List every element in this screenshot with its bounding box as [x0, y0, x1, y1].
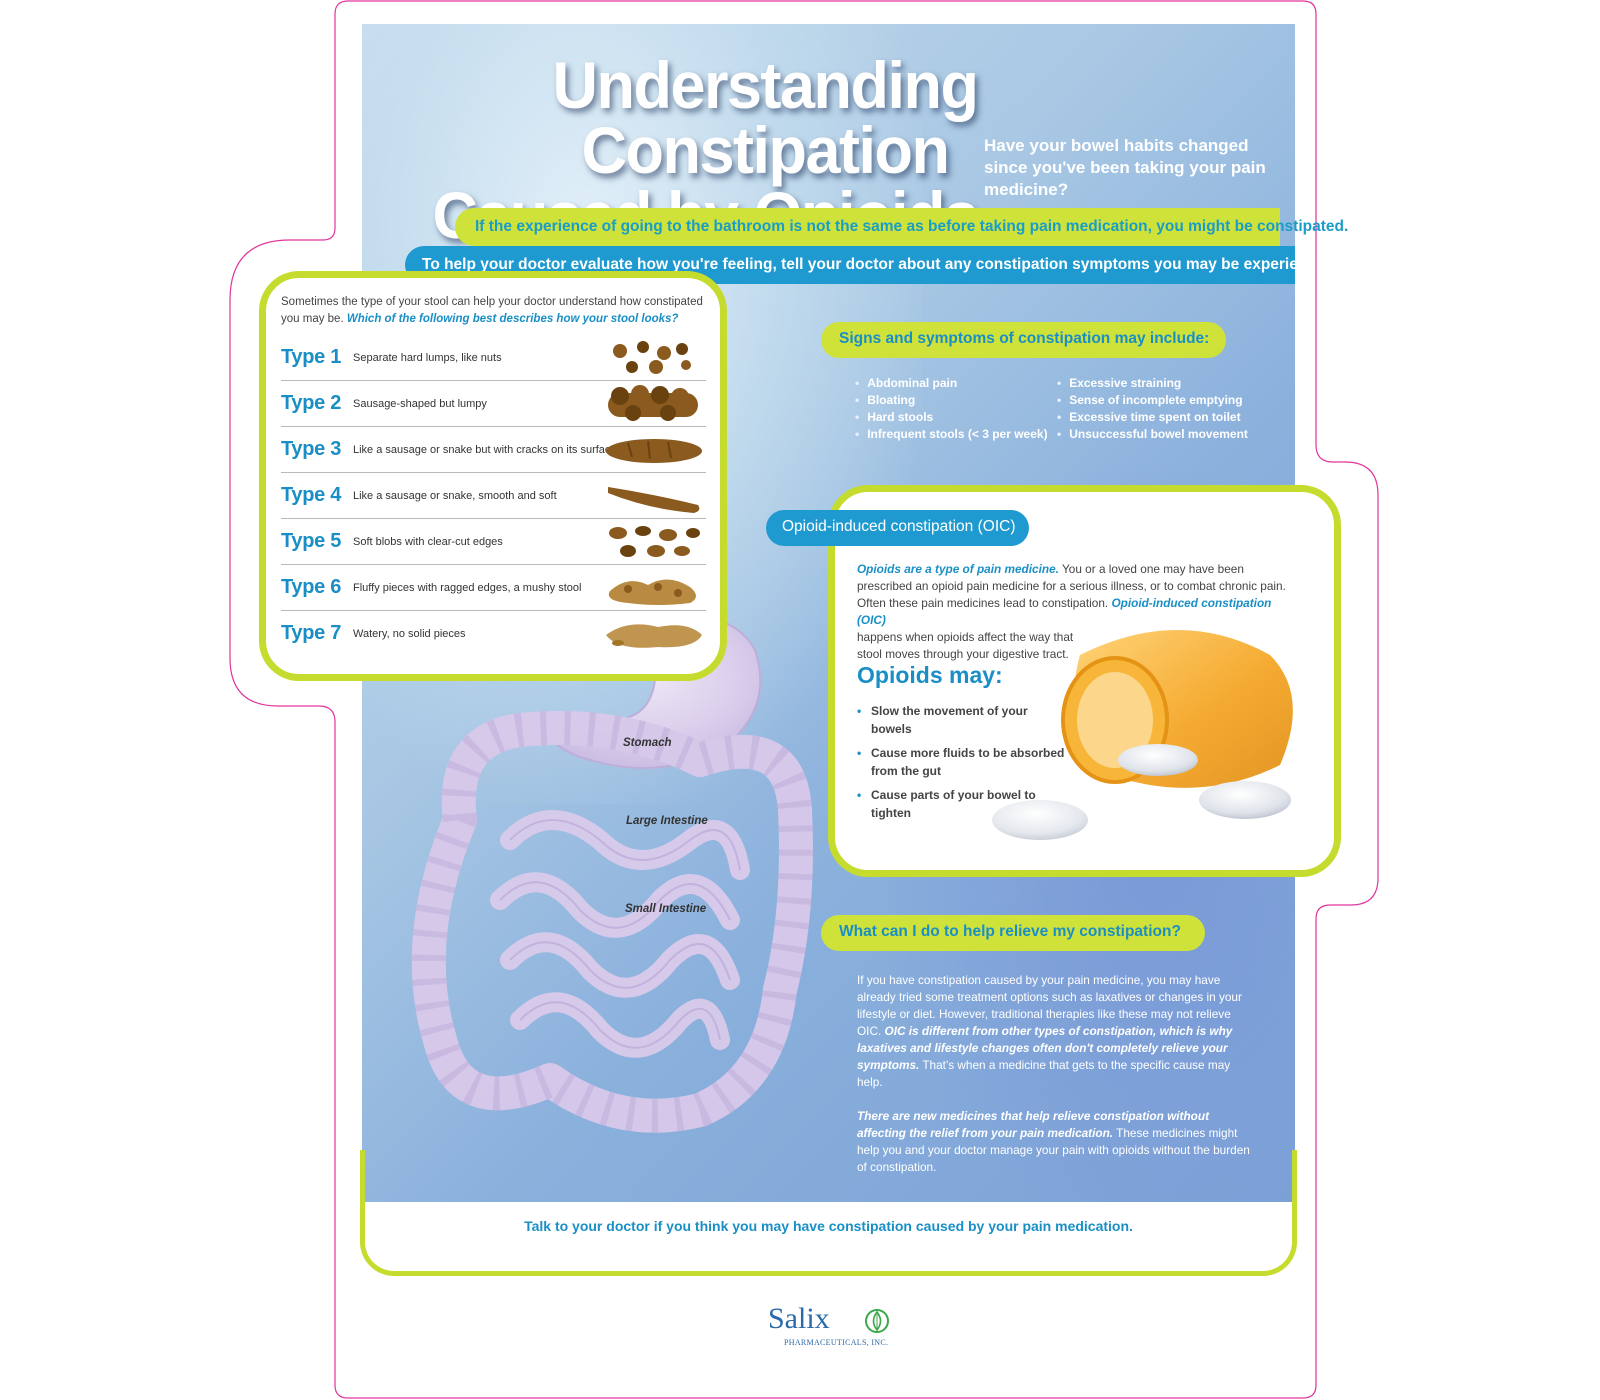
logo-subtitle: PHARMACEUTICALS, INC.: [784, 1338, 889, 1347]
symptom-item: Excessive time spent on toilet: [1057, 409, 1248, 426]
pill-bottle-illustration: [992, 630, 1293, 840]
stool-type-row: Type 1 Separate hard lumps, like nuts: [281, 335, 706, 381]
stool-type-label: Type 7: [281, 622, 342, 644]
oic-em-1: Opioids are a type of pain medicine.: [857, 562, 1059, 576]
tablet-icon: [992, 800, 1088, 840]
symptom-item: Abdominal pain: [855, 375, 1048, 392]
stool-type-label: Type 6: [281, 576, 342, 598]
stool-type-description: Watery, no solid pieces: [353, 628, 466, 640]
signs-heading: Signs and symptoms of constipation may i…: [821, 322, 1226, 358]
stool-type-label: Type 3: [281, 438, 342, 460]
footer-callout: Talk to your doctor if you think you may…: [524, 1218, 1133, 1234]
stool-type-row: Type 5 Soft blobs with clear-cut edges: [281, 519, 706, 565]
logo-wordmark: Salix: [768, 1302, 830, 1335]
stool-type-row: Type 6 Fluffy pieces with ragged edges, a…: [281, 565, 706, 611]
stool-type-label: Type 2: [281, 392, 342, 414]
subtitle: Have your bowel habits changed since you…: [984, 136, 1266, 199]
digestive-system-illustration: [411, 615, 813, 1133]
stool-intro-question: Which of the following best describes ho…: [346, 313, 679, 325]
stool-type-description: Like a sausage or snake, smooth and soft: [353, 490, 557, 502]
symptoms-column-1: Abdominal painBloatingHard stoolsInfrequ…: [855, 375, 1048, 443]
oic-heading: Opioid-induced constipation (OIC): [766, 510, 1029, 546]
stool-type-row: Type 7 Watery, no solid pieces: [281, 611, 706, 657]
stool-type-label: Type 1: [281, 346, 342, 368]
stool-type4-icon: [608, 487, 700, 513]
stool-type-description: Sausage-shaped but lumpy: [353, 398, 487, 410]
relief-paragraph-1: If you have constipation caused by your …: [857, 972, 1257, 1091]
label-small-intestine: Small Intestine: [625, 903, 707, 915]
stool-type3-icon: [606, 439, 702, 463]
stool-type-label: Type 5: [281, 530, 342, 552]
symptom-item: Bloating: [855, 392, 1048, 409]
title-line-1: Understanding Constipation: [552, 49, 979, 188]
stool-type-row: Type 2 Sausage-shaped but lumpy: [281, 381, 706, 427]
symptom-item: Sense of incomplete emptying: [1057, 392, 1248, 409]
symptom-item: Excessive straining: [1057, 375, 1248, 392]
label-stomach: Stomach: [623, 737, 672, 749]
stool-type-label: Type 4: [281, 484, 342, 506]
stool-type7-icon: [606, 624, 702, 648]
stool-type-description: Like a sausage or snake but with cracks …: [353, 444, 617, 456]
stool-type1-icon: [613, 341, 691, 374]
willow-leaf-logo-icon: [865, 1309, 889, 1333]
tablet-icon: [1199, 781, 1291, 819]
relief-heading: What can I do to help relieve my constip…: [821, 915, 1205, 951]
stool-chart-intro: Sometimes the type of your stool can hel…: [281, 294, 711, 328]
stool-type5-icon: [609, 526, 700, 557]
stool-type-description: Fluffy pieces with ragged edges, a mushy…: [353, 582, 582, 594]
symptom-item: Hard stools: [855, 409, 1048, 426]
stool-type6-icon: [608, 579, 696, 605]
stool-type-row: Type 4 Like a sausage or snake, smooth an…: [281, 473, 706, 519]
stool-type2-icon: [608, 385, 698, 421]
stool-type-row: Type 3 Like a sausage or snake but with c…: [281, 427, 706, 473]
stool-type-description: Soft blobs with clear-cut edges: [353, 536, 503, 548]
salix-logo: Salix PHARMACEUTICALS, INC.: [768, 1302, 898, 1354]
tablet-icon: [1118, 744, 1198, 776]
symptoms-column-2: Excessive strainingSense of incomplete e…: [1057, 375, 1248, 443]
symptom-item: Unsuccessful bowel movement: [1057, 426, 1248, 443]
label-large-intestine: Large Intestine: [626, 815, 708, 827]
footer-frame: [360, 1150, 1297, 1276]
symptom-item: Infrequent stools (< 3 per week): [855, 426, 1047, 443]
stool-type-description: Separate hard lumps, like nuts: [353, 352, 502, 364]
banner-bathroom-experience: If the experience of going to the bathro…: [455, 208, 1348, 246]
